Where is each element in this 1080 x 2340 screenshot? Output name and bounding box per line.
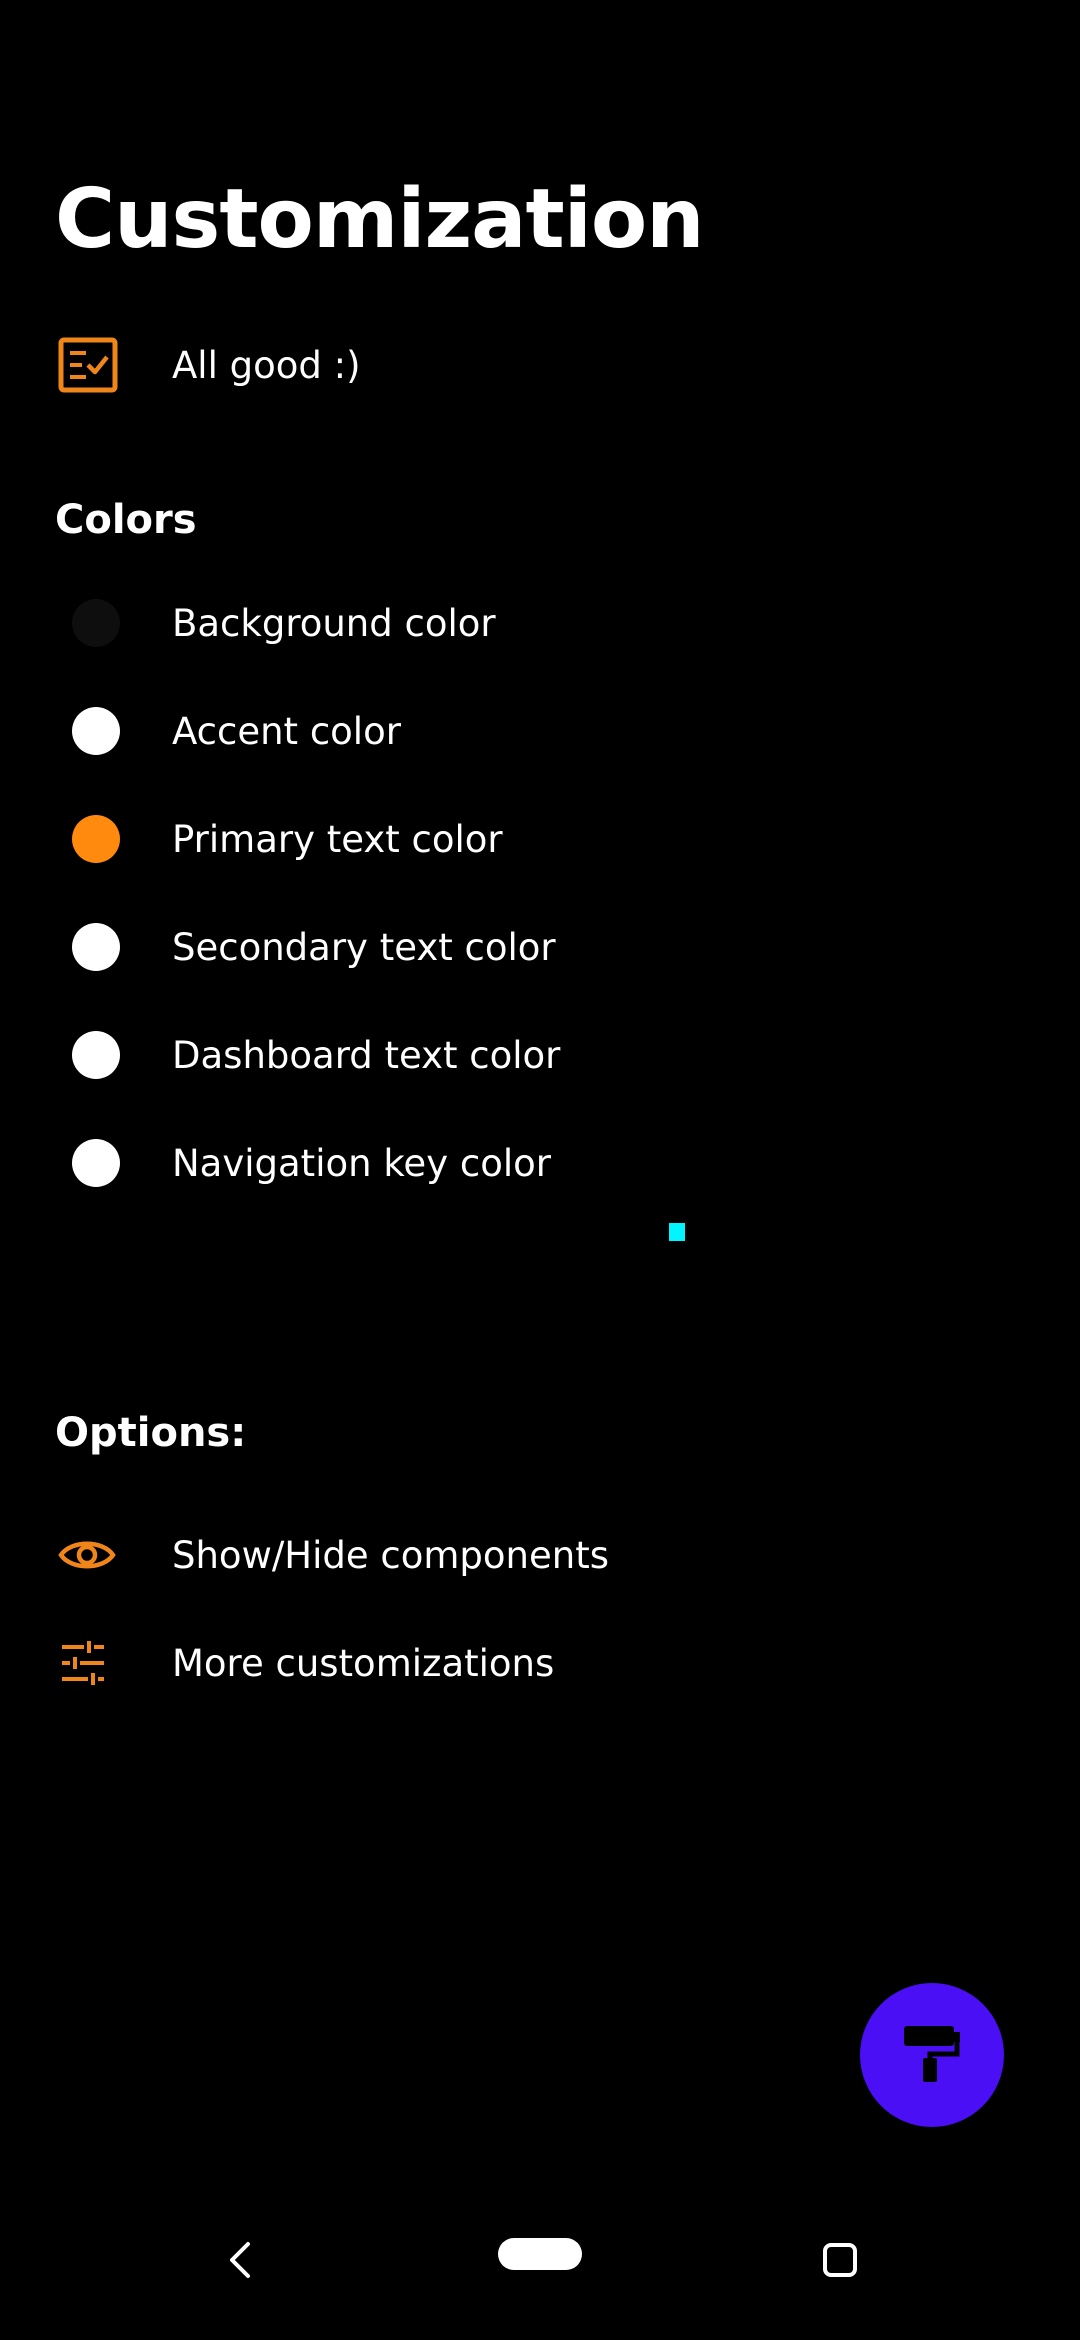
color-item-label: Accent color [172, 709, 401, 753]
color-item-navigation-key[interactable]: Navigation key color [0, 1113, 1080, 1213]
color-item-primary-text[interactable]: Primary text color [0, 789, 1080, 889]
sliders-icon [0, 1613, 172, 1713]
option-label: Show/Hide components [172, 1533, 610, 1577]
navigation-key-color-swatch [72, 1139, 120, 1187]
option-label: More customizations [172, 1641, 555, 1685]
back-icon[interactable] [210, 2230, 270, 2290]
color-item-label: Background color [172, 601, 496, 645]
options-section-title: Options: [55, 1410, 247, 1456]
color-item-label: Dashboard text color [172, 1033, 561, 1077]
color-item-label: Navigation key color [172, 1141, 551, 1185]
background-color-swatch [72, 599, 120, 647]
paint-fab-button[interactable] [860, 1983, 1004, 2127]
option-show-hide-components[interactable]: Show/Hide components [0, 1505, 1080, 1605]
color-item-secondary-text[interactable]: Secondary text color [0, 897, 1080, 997]
color-item-label: Primary text color [172, 817, 503, 861]
customization-screen: Customization All good :) Colors Backgro… [0, 0, 1080, 2340]
secondary-text-color-swatch [72, 923, 120, 971]
status-row[interactable]: All good :) [0, 315, 1080, 415]
cyan-marker [669, 1223, 685, 1241]
color-item-accent[interactable]: Accent color [0, 681, 1080, 781]
paint-roller-icon [902, 2022, 962, 2088]
eye-icon [0, 1505, 172, 1605]
checklist-icon [0, 315, 172, 415]
status-label: All good :) [172, 343, 361, 387]
recents-icon[interactable] [810, 2230, 870, 2290]
color-item-label: Secondary text color [172, 925, 556, 969]
option-more-customizations[interactable]: More customizations [0, 1613, 1080, 1713]
colors-section-title: Colors [55, 497, 197, 543]
color-item-dashboard-text[interactable]: Dashboard text color [0, 1005, 1080, 1105]
home-pill-icon[interactable] [498, 2238, 582, 2270]
color-item-background[interactable]: Background color [0, 573, 1080, 673]
accent-color-swatch [72, 707, 120, 755]
dashboard-text-color-swatch [72, 1031, 120, 1079]
page-title: Customization [55, 172, 705, 267]
primary-text-color-swatch [72, 815, 120, 863]
system-nav-bar [0, 2200, 1080, 2340]
